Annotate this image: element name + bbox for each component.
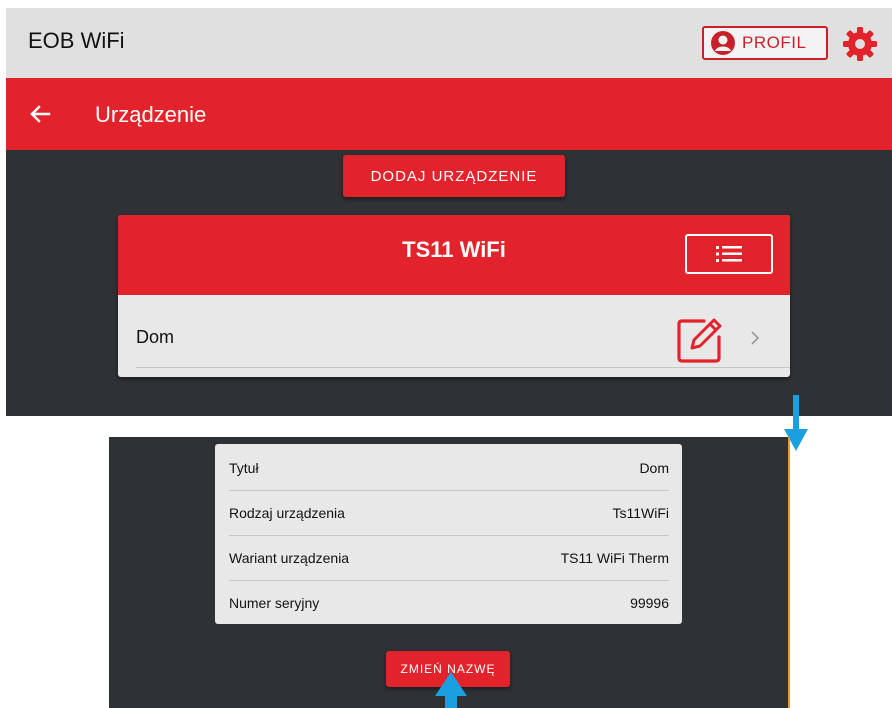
app-title: EOB WiFi bbox=[28, 28, 125, 53]
arrow-left-icon[interactable] bbox=[28, 102, 52, 126]
list-icon bbox=[716, 246, 742, 262]
profile-label: PROFIL bbox=[742, 33, 807, 52]
info-row-device-variant: Wariant urządzenia TS11 WiFi Therm bbox=[229, 536, 669, 581]
device-name: Dom bbox=[136, 327, 175, 347]
gear-icon[interactable] bbox=[842, 26, 878, 62]
add-device-button[interactable]: DODAJ URZĄDZENIE bbox=[343, 155, 565, 197]
profile-button[interactable]: PROFIL bbox=[702, 26, 828, 60]
device-menu-button[interactable] bbox=[685, 234, 773, 274]
info-row-device-type: Rodzaj urządzenia Ts11WiFi bbox=[229, 491, 669, 536]
device-card: TS11 WiFi Dom bbox=[118, 215, 790, 377]
edit-pencil-icon[interactable] bbox=[674, 312, 728, 366]
device-list-screen: EOB WiFi PROFIL Urządzenie DODAJ URZĄDZE… bbox=[6, 8, 892, 416]
info-label: Rodzaj urządzenia bbox=[229, 505, 345, 521]
info-label: Wariant urządzenia bbox=[229, 550, 350, 566]
app-bar: EOB WiFi PROFIL bbox=[6, 8, 892, 78]
device-card-header: TS11 WiFi bbox=[118, 215, 790, 295]
arrow-up-icon bbox=[435, 672, 467, 708]
info-label: Tytuł bbox=[229, 460, 259, 476]
info-value: Ts11WiFi bbox=[612, 505, 669, 521]
divider bbox=[136, 367, 790, 368]
device-details-screen: Tytuł Dom Rodzaj urządzenia Ts11WiFi War… bbox=[109, 437, 790, 708]
info-value: TS11 WiFi Therm bbox=[560, 550, 669, 566]
info-label: Numer seryjny bbox=[229, 595, 320, 611]
device-info-card: Tytuł Dom Rodzaj urządzenia Ts11WiFi War… bbox=[215, 444, 682, 624]
info-row-title: Tytuł Dom bbox=[229, 446, 669, 491]
info-row-serial-number: Numer seryjny 99996 bbox=[229, 581, 669, 625]
page-title: Urządzenie bbox=[95, 102, 207, 127]
user-circle-icon bbox=[711, 31, 735, 55]
page-header: Urządzenie bbox=[6, 78, 892, 150]
chevron-right-icon[interactable] bbox=[748, 329, 762, 347]
info-value: Dom bbox=[639, 460, 669, 476]
info-value: 99996 bbox=[630, 595, 669, 611]
